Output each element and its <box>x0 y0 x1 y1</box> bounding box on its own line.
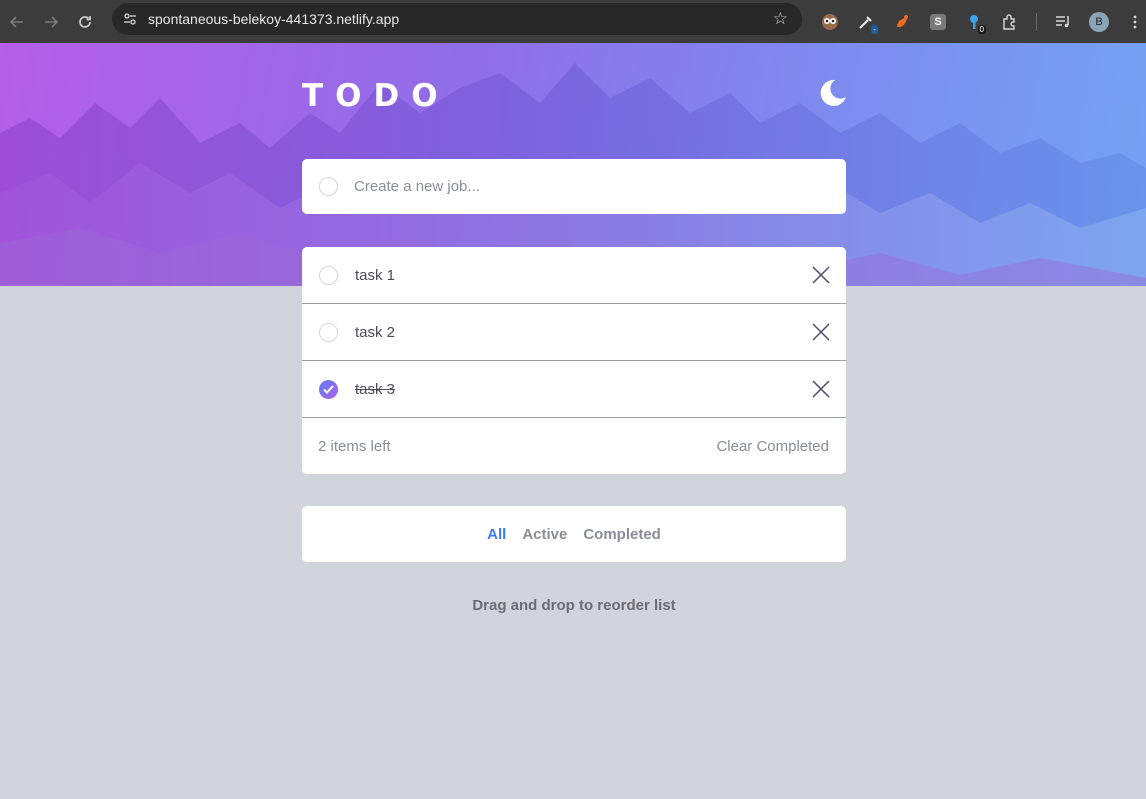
bookmark-star-icon[interactable]: ☆ <box>773 9 788 29</box>
task-text: task 2 <box>355 323 396 341</box>
toolbar-separator <box>1036 12 1037 31</box>
media-control-icon[interactable] <box>1045 4 1081 40</box>
delete-task-icon[interactable] <box>811 322 831 342</box>
site-info-icon[interactable] <box>115 4 145 34</box>
forward-button[interactable] <box>34 5 68 39</box>
extensions-area: - S 0 B <box>812 0 1146 43</box>
puzzle-extensions-icon[interactable] <box>992 4 1028 40</box>
s-letter: S <box>930 13 946 30</box>
reload-button[interactable] <box>68 5 102 39</box>
address-bar[interactable]: spontaneous-belekoy-441373.netlify.app ☆ <box>112 3 802 35</box>
eyedropper-extension-icon[interactable]: - <box>848 4 884 40</box>
filter-active[interactable]: Active <box>522 526 567 543</box>
new-job-form: Create a new job... <box>302 159 846 214</box>
reorder-hint: Drag and drop to reorder list <box>472 597 676 614</box>
clear-completed-button[interactable]: Clear Completed <box>716 438 829 455</box>
task-checkbox-checked[interactable] <box>319 379 338 399</box>
back-button[interactable] <box>0 5 34 39</box>
new-job-checkbox[interactable] <box>319 177 338 196</box>
list-footer: 2 items left Clear Completed <box>302 418 846 474</box>
filter-bar: All Active Completed <box>302 506 846 562</box>
task-row[interactable]: task 3 <box>302 361 846 418</box>
owl-extension-icon[interactable] <box>812 4 848 40</box>
extension-badge: - <box>871 24 878 34</box>
task-text: task 3 <box>355 380 396 398</box>
task-checkbox[interactable] <box>319 322 338 342</box>
delete-task-icon[interactable] <box>811 265 831 285</box>
task-text: task 1 <box>355 266 396 284</box>
task-checkbox[interactable] <box>319 265 338 285</box>
filter-completed[interactable]: Completed <box>583 526 661 543</box>
theme-toggle-button[interactable] <box>818 78 848 108</box>
items-left-count: 2 items left <box>318 437 391 455</box>
task-row[interactable]: task 2 <box>302 304 846 361</box>
url-text[interactable]: spontaneous-belekoy-441373.netlify.app <box>148 11 399 27</box>
reload-icon <box>79 15 91 28</box>
avatar: B <box>1089 11 1109 32</box>
new-job-input[interactable]: Create a new job... <box>354 178 480 195</box>
browser-toolbar: spontaneous-belekoy-441373.netlify.app ☆… <box>0 0 1146 43</box>
browser-menu-icon[interactable] <box>1117 4 1146 40</box>
extension-badge: 0 <box>977 24 986 34</box>
arrow-right-icon <box>45 15 59 28</box>
task-list: task 1 task 2 task 3 2 items left Clear … <box>302 247 846 474</box>
s-extension-icon[interactable]: S <box>920 4 956 40</box>
filter-all[interactable]: All <box>487 526 506 543</box>
delete-task-icon[interactable] <box>811 379 831 399</box>
check-icon <box>323 384 334 394</box>
key-extension-icon[interactable]: 0 <box>956 4 992 40</box>
orange-extension-icon[interactable] <box>884 4 920 40</box>
task-row[interactable]: task 1 <box>302 247 846 304</box>
profile-avatar[interactable]: B <box>1081 4 1117 40</box>
app-title: TODO <box>302 78 450 114</box>
moon-icon <box>820 79 846 106</box>
arrow-left-icon <box>9 15 23 28</box>
